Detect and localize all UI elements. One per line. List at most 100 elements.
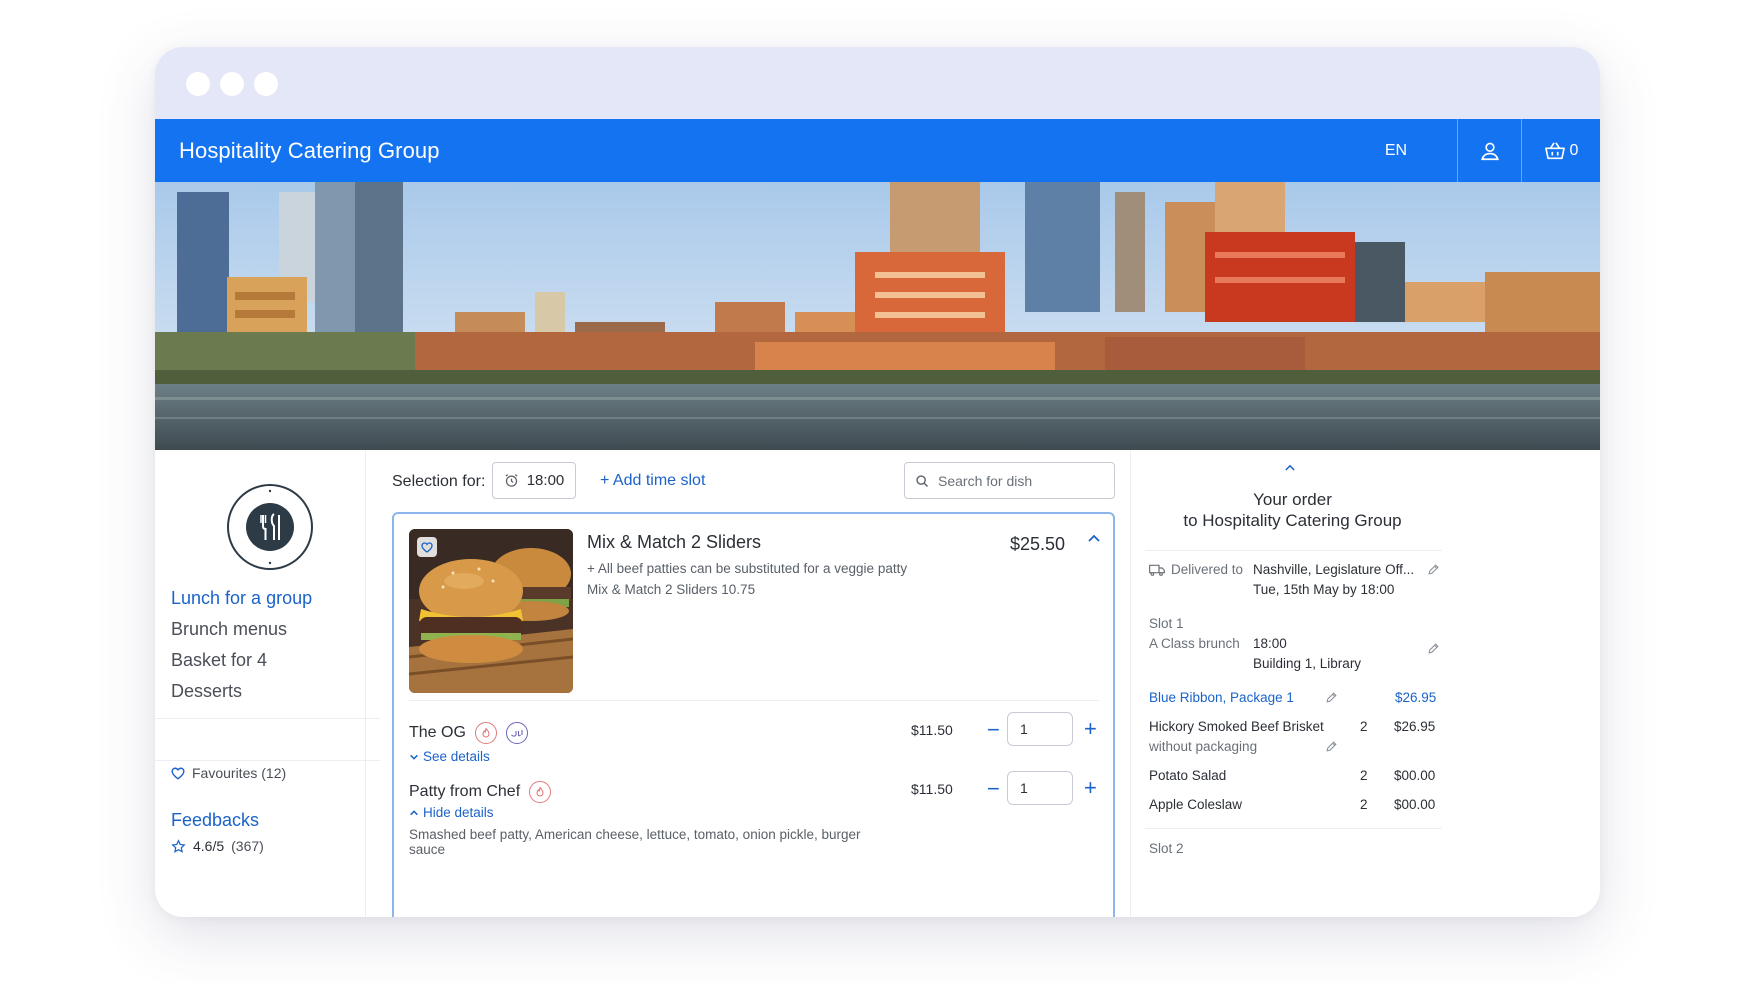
- order-line-note: without packaging: [1149, 739, 1258, 754]
- menu-item-price: $11.50: [911, 781, 953, 797]
- account-button[interactable]: [1458, 119, 1522, 182]
- chili-icon: [529, 781, 552, 803]
- quantity-input[interactable]: [1007, 712, 1073, 746]
- order-collapse-button[interactable]: [1285, 458, 1295, 476]
- chevron-down-icon: [410, 754, 418, 760]
- product-description: + All beef patties can be substituted fo…: [587, 561, 908, 576]
- order-line-name: Potato Salad: [1149, 768, 1227, 783]
- nav-basket-for-4[interactable]: Basket for 4: [171, 650, 267, 671]
- chevron-up-icon: [1088, 534, 1100, 542]
- order-line-qty: 2: [1360, 768, 1368, 783]
- time-slot-value: 18:00: [526, 472, 565, 489]
- user-icon: [1481, 142, 1499, 160]
- feedbacks-link[interactable]: Feedbacks: [171, 810, 259, 831]
- window-dot[interactable]: [254, 72, 278, 96]
- order-title: Your order to Hospitality Catering Group: [1135, 489, 1450, 531]
- favourites-link[interactable]: Favourites (12): [171, 765, 286, 781]
- sidebar-divider: [155, 760, 380, 761]
- decrease-qty-button[interactable]: −: [987, 778, 1000, 800]
- top-navbar: Hospitality Catering Group EN 0: [155, 119, 1600, 182]
- edit-pencil-icon[interactable]: [1427, 642, 1440, 655]
- order-panel: Your order to Hospitality Catering Group…: [1135, 450, 1600, 917]
- order-line-name: Hickory Smoked Beef Brisket: [1149, 719, 1324, 734]
- quantity-input[interactable]: [1007, 771, 1073, 805]
- window-dot[interactable]: [220, 72, 244, 96]
- search-box: [904, 462, 1115, 499]
- order-line-qty: 2: [1360, 719, 1368, 734]
- rating-count: (367): [231, 838, 264, 854]
- sidebar-divider: [155, 718, 380, 719]
- edit-pencil-icon[interactable]: [1325, 691, 1338, 704]
- selection-label: Selection for:: [392, 473, 486, 490]
- order-line-qty: 2: [1360, 797, 1368, 812]
- heart-icon: [171, 767, 185, 780]
- burger-photo: [409, 529, 573, 693]
- delivery-date: Tue, 15th May by 18:00: [1253, 582, 1395, 597]
- see-details-label: See details: [423, 749, 490, 764]
- column-divider: [365, 450, 366, 917]
- favourites-label: Favourites (12): [192, 765, 287, 781]
- product-card[interactable]: Mix & Match 2 Sliders + All beef patties…: [392, 512, 1115, 917]
- time-slot-button[interactable]: 18:00: [492, 462, 576, 499]
- hospitality-services-logo: [226, 483, 314, 571]
- see-details-link[interactable]: See details: [409, 749, 490, 764]
- browser-window: Hospitality Catering Group EN 0 Lunch fo…: [155, 47, 1600, 917]
- rating-value: 4.6/5: [193, 838, 225, 854]
- cart-button[interactable]: 0: [1522, 119, 1600, 182]
- search-input[interactable]: [938, 472, 1108, 489]
- delivery-truck-icon: [1149, 564, 1165, 576]
- menu-item-details: Smashed beef patty, American cheese, let…: [409, 827, 861, 857]
- collapse-button[interactable]: [1084, 528, 1104, 548]
- cart-count: 0: [1569, 141, 1579, 159]
- order-line-price: $26.95: [1394, 719, 1436, 734]
- card-divider: [409, 700, 1099, 701]
- order-line-name: Apple Coleslaw: [1149, 797, 1243, 812]
- hide-details-link[interactable]: Hide details: [409, 805, 494, 820]
- product-subtitle: Mix & Match 2 Sliders 10.75: [587, 582, 756, 597]
- product-name: Mix & Match 2 Sliders: [587, 532, 762, 552]
- order-line-price: $00.00: [1394, 797, 1436, 812]
- order-divider: [1145, 828, 1442, 829]
- hide-details-label: Hide details: [423, 805, 494, 820]
- edit-pencil-icon[interactable]: [1325, 740, 1338, 753]
- menu-item-name-row: The OG: [409, 722, 528, 744]
- heart-icon: [421, 541, 433, 553]
- window-dot[interactable]: [186, 72, 210, 96]
- delivered-to-label: Delivered to: [1171, 562, 1244, 577]
- slot-1-type: A Class brunch: [1149, 636, 1240, 651]
- order-title-line1: Your order: [1253, 490, 1332, 509]
- decrease-qty-button[interactable]: −: [987, 719, 1000, 741]
- product-price: $25.50: [1010, 534, 1066, 554]
- favourite-toggle[interactable]: [417, 537, 437, 557]
- menu-item-name: The OG: [409, 724, 466, 741]
- nav-desserts[interactable]: Desserts: [171, 681, 242, 702]
- increase-qty-button[interactable]: +: [1084, 718, 1097, 740]
- search-icon: [916, 474, 929, 487]
- delivery-address: Nashville, Legislature Off...: [1253, 562, 1415, 577]
- rating-summary: 4.6/5 (367): [171, 838, 264, 854]
- slot-1-time: 18:00: [1253, 636, 1287, 651]
- window-titlebar: [155, 47, 1600, 119]
- package-price: $26.95: [1395, 690, 1437, 705]
- nav-brunch-menus[interactable]: Brunch menus: [171, 619, 287, 640]
- column-divider: [1130, 450, 1131, 917]
- chili-icon: [474, 722, 497, 744]
- increase-qty-button[interactable]: +: [1084, 777, 1097, 799]
- hero-banner-image: [155, 182, 1600, 450]
- order-title-line2: to Hospitality Catering Group: [1183, 511, 1402, 530]
- package-link[interactable]: Blue Ribbon, Package 1: [1149, 690, 1294, 705]
- alarm-clock-icon: [505, 474, 518, 487]
- menu-item-price: $11.50: [911, 722, 953, 738]
- menu-main: Selection for: 18:00 + Add time slot Sea…: [392, 450, 1134, 917]
- language-selector[interactable]: EN: [1368, 119, 1424, 182]
- slot-2-label: Slot 2: [1149, 841, 1184, 856]
- nav-lunch-for-a-group[interactable]: Lunch for a group: [171, 588, 312, 609]
- add-time-slot-link[interactable]: + Add time slot: [600, 472, 705, 490]
- edit-pencil-icon[interactable]: [1427, 563, 1440, 576]
- chevron-up-icon: [410, 809, 418, 815]
- chevron-up-icon: [1285, 464, 1295, 471]
- halal-icon: [505, 722, 528, 744]
- brand-title[interactable]: Hospitality Catering Group: [179, 138, 440, 164]
- order-divider: [1145, 550, 1442, 551]
- star-icon: [171, 838, 186, 853]
